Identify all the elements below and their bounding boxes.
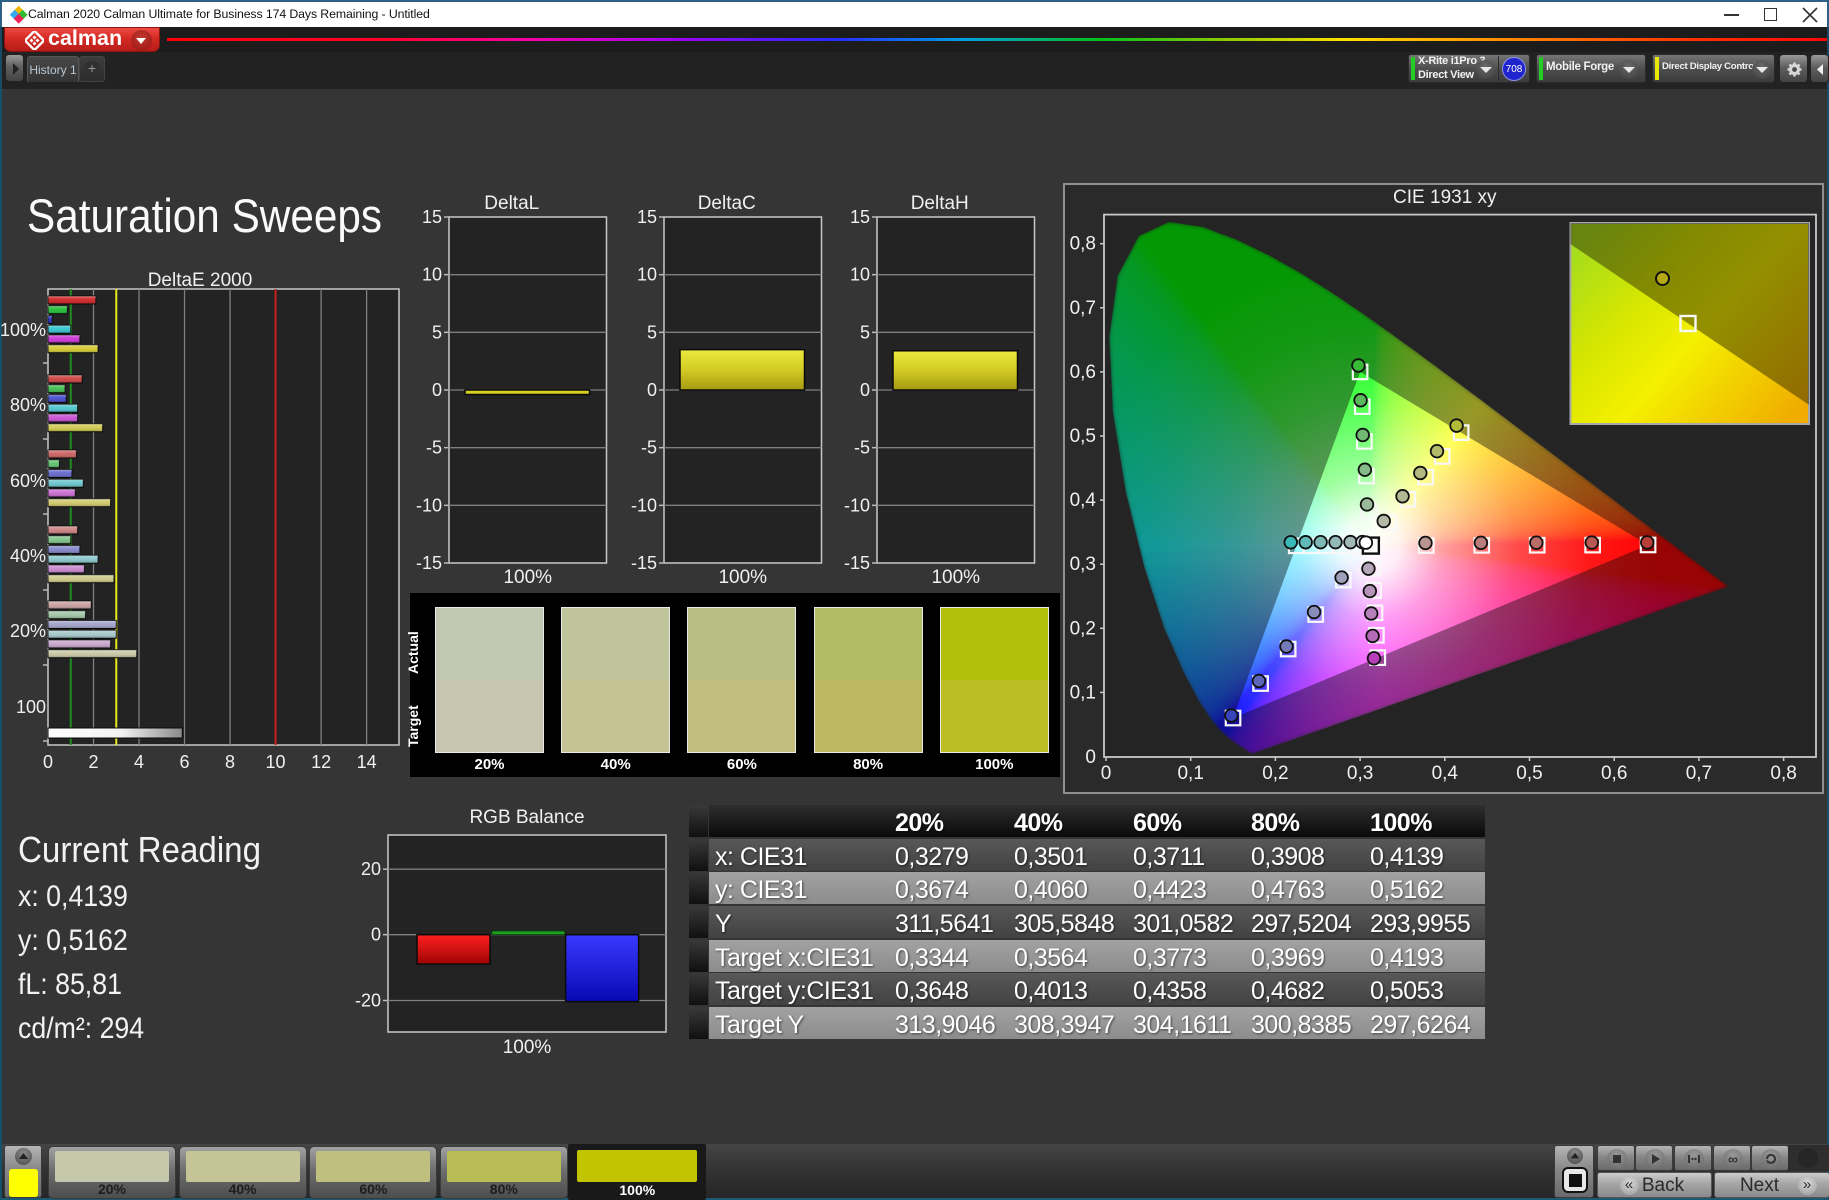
svg-text:0: 0: [860, 380, 870, 400]
svg-text:15: 15: [850, 207, 870, 227]
svg-text:10: 10: [422, 265, 442, 285]
svg-text:-15: -15: [631, 553, 657, 573]
svg-text:-5: -5: [854, 438, 870, 458]
svg-text:0,4: 0,4: [1432, 763, 1459, 784]
svg-text:0,3: 0,3: [1070, 554, 1096, 575]
svg-text:∞: ∞: [1728, 1151, 1738, 1167]
svg-text:-15: -15: [844, 553, 870, 573]
svg-text:-5: -5: [641, 438, 657, 458]
svg-text:0,4: 0,4: [1070, 490, 1097, 511]
svg-text:100%: 100%: [931, 567, 980, 588]
svg-text:8: 8: [225, 752, 235, 772]
svg-text:12: 12: [311, 752, 331, 772]
svg-text:14: 14: [357, 752, 377, 772]
svg-text:10: 10: [850, 265, 870, 285]
svg-text:0: 0: [432, 380, 442, 400]
svg-text:0: 0: [1085, 747, 1096, 768]
svg-text:0,6: 0,6: [1070, 362, 1096, 383]
svg-text:-10: -10: [631, 495, 657, 515]
svg-text:100%: 100%: [0, 320, 46, 340]
svg-text:40%: 40%: [10, 546, 46, 566]
svg-text:-10: -10: [844, 495, 870, 515]
svg-text:5: 5: [647, 322, 657, 342]
svg-text:-15: -15: [416, 553, 442, 573]
svg-text:-10: -10: [416, 495, 442, 515]
svg-text:CIE 1931 xy: CIE 1931 xy: [1393, 187, 1497, 208]
svg-text:0: 0: [647, 380, 657, 400]
svg-text:0,1: 0,1: [1070, 682, 1096, 703]
svg-text:0,7: 0,7: [1070, 298, 1096, 319]
svg-text:-5: -5: [426, 438, 442, 458]
svg-text:100%: 100%: [718, 567, 767, 588]
svg-text:0,1: 0,1: [1177, 763, 1203, 784]
svg-text:DeltaC: DeltaC: [698, 195, 756, 214]
svg-text:0: 0: [1101, 763, 1112, 784]
svg-text:-20: -20: [355, 991, 381, 1011]
svg-text:0,2: 0,2: [1070, 618, 1096, 639]
svg-text:100%: 100%: [503, 567, 552, 588]
svg-text:0,3: 0,3: [1347, 763, 1373, 784]
svg-text:5: 5: [860, 322, 870, 342]
svg-text:100%: 100%: [503, 1037, 552, 1058]
svg-text:DeltaH: DeltaH: [911, 195, 969, 214]
svg-text:0,7: 0,7: [1686, 763, 1712, 784]
svg-text:5: 5: [432, 322, 442, 342]
svg-text:DeltaL: DeltaL: [484, 195, 539, 214]
svg-text:0,6: 0,6: [1601, 763, 1627, 784]
svg-text:15: 15: [422, 207, 442, 227]
svg-text:4: 4: [134, 752, 144, 772]
svg-text:0,8: 0,8: [1070, 234, 1096, 255]
svg-text:RGB Balance: RGB Balance: [469, 807, 584, 828]
svg-text:0,5: 0,5: [1516, 763, 1542, 784]
svg-text:10: 10: [637, 265, 657, 285]
svg-text:0,8: 0,8: [1770, 763, 1796, 784]
svg-text:0: 0: [371, 925, 381, 945]
svg-text:100: 100: [16, 697, 46, 717]
svg-text:20: 20: [361, 859, 381, 879]
svg-text:20%: 20%: [10, 621, 46, 641]
svg-text:80%: 80%: [10, 395, 46, 415]
svg-text:15: 15: [637, 207, 657, 227]
svg-text:60%: 60%: [10, 471, 46, 491]
svg-text:2: 2: [89, 752, 99, 772]
svg-text:0: 0: [43, 752, 53, 772]
svg-text:0,2: 0,2: [1262, 763, 1288, 784]
svg-text:6: 6: [180, 752, 190, 772]
svg-text:0,5: 0,5: [1070, 426, 1096, 447]
svg-text:10: 10: [266, 752, 286, 772]
svg-text:DeltaE 2000: DeltaE 2000: [148, 270, 253, 291]
